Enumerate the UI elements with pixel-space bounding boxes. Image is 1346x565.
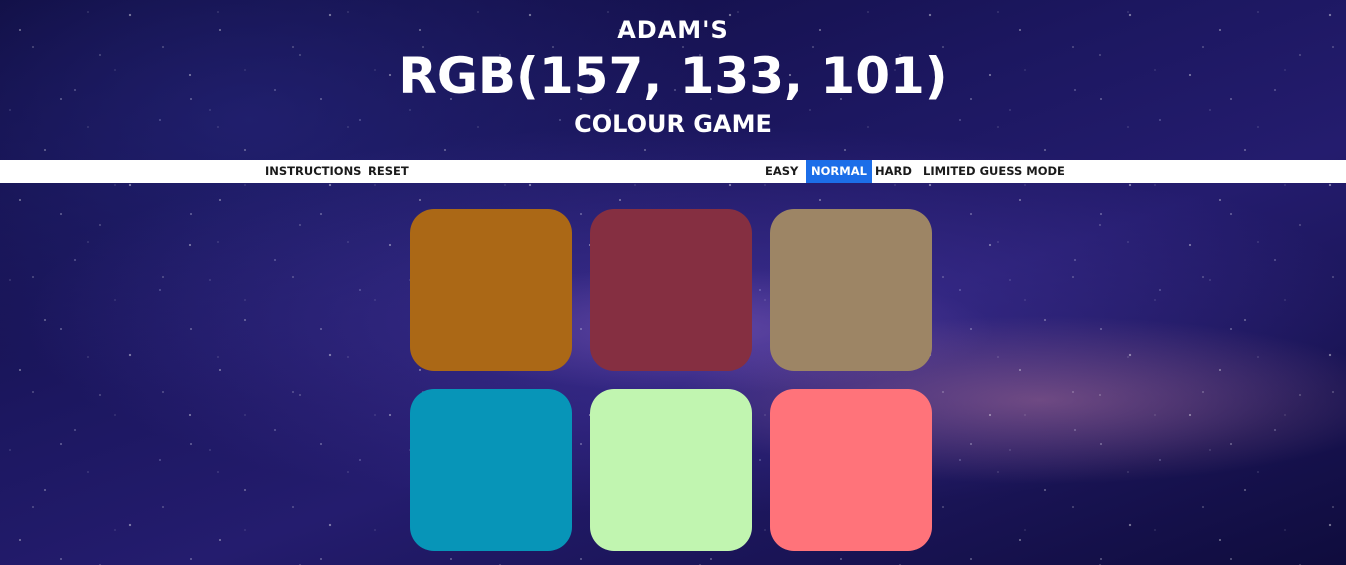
colour-square-5[interactable] — [590, 389, 752, 551]
mode-easy-button[interactable]: EASY — [760, 160, 803, 183]
colour-square-6[interactable] — [770, 389, 932, 551]
mode-hard-button[interactable]: HARD — [870, 160, 917, 183]
target-rgb-display: RGB(157, 133, 101) — [398, 47, 948, 105]
game-header: ADAM'S RGB(157, 133, 101) COLOUR GAME — [0, 0, 1346, 160]
mode-limited-guess-button[interactable]: LIMITED GUESS MODE — [918, 160, 1070, 183]
instructions-button[interactable]: INSTRUCTIONS — [260, 160, 366, 183]
colour-square-1[interactable] — [410, 209, 572, 371]
colour-square-2[interactable] — [590, 209, 752, 371]
mode-normal-button[interactable]: NORMAL — [806, 160, 872, 183]
colour-square-3[interactable] — [770, 209, 932, 371]
colour-square-4[interactable] — [410, 389, 572, 551]
control-stripe: INSTRUCTIONS RESET EASY NORMAL HARD LIMI… — [0, 160, 1346, 183]
game-name-title: COLOUR GAME — [574, 110, 772, 138]
reset-button[interactable]: RESET — [363, 160, 414, 183]
owner-title: ADAM'S — [617, 16, 729, 44]
